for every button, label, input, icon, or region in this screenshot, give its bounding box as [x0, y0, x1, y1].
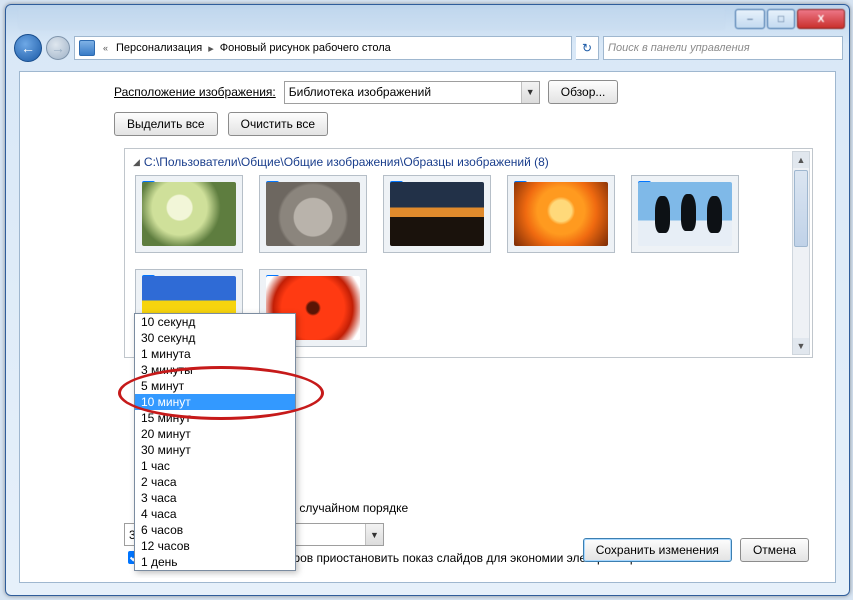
thumbnail-penguins[interactable] [631, 175, 739, 253]
thumbnail-image [266, 182, 360, 246]
refresh-button[interactable]: ↻ [576, 36, 599, 60]
interval-option[interactable]: 1 день [135, 554, 295, 570]
thumbnail-image [514, 182, 608, 246]
select-all-button[interactable]: Выделить все [114, 112, 218, 136]
interval-option[interactable]: 10 секунд [135, 314, 295, 330]
interval-option[interactable]: 30 секунд [135, 330, 295, 346]
thumbnail-image [142, 182, 236, 246]
client-area: Расположение изображения: Библиотека изо… [19, 71, 836, 583]
clear-all-button[interactable]: Очистить все [228, 112, 328, 136]
interval-option[interactable]: 3 часа [135, 490, 295, 506]
browse-button[interactable]: Обзор... [548, 80, 619, 104]
thumbnail-koala[interactable] [259, 175, 367, 253]
thumbnail-lighthouse[interactable] [383, 175, 491, 253]
interval-option[interactable]: 4 часа [135, 506, 295, 522]
scroll-down-icon[interactable]: ▼ [793, 338, 809, 354]
cancel-button[interactable]: Отмена [740, 538, 809, 562]
thumbnail-hydrangea[interactable] [135, 175, 243, 253]
control-panel-icon [79, 40, 95, 56]
control-panel-window: – □ X ← → « Персонализация ▸ Фоновый рис… [5, 4, 850, 596]
location-combo[interactable]: Библиотека изображений ▼ [284, 81, 540, 104]
thumbnail-image [390, 182, 484, 246]
interval-option[interactable]: 3 минуты [135, 362, 295, 378]
shuffle-label: В случайном порядке [288, 501, 408, 515]
location-label: Расположение изображения: [114, 85, 276, 99]
location-value: Библиотека изображений [289, 85, 431, 99]
interval-option[interactable]: 1 минута [135, 346, 295, 362]
group-header[interactable]: ◢ C:\Пользователи\Общие\Общие изображени… [131, 151, 806, 173]
forward-button[interactable]: → [46, 36, 70, 60]
scroll-up-icon[interactable]: ▲ [793, 152, 809, 168]
interval-dropdown[interactable]: 10 секунд30 секунд1 минута3 минуты5 мину… [134, 313, 296, 571]
collapse-icon[interactable]: ◢ [133, 157, 140, 168]
breadcrumb-quotes: « [101, 43, 110, 53]
interval-option[interactable]: 12 часов [135, 538, 295, 554]
titlebar[interactable]: – □ X [6, 5, 849, 33]
interval-option[interactable]: 6 часов [135, 522, 295, 538]
thumbnail-jellyfish[interactable] [507, 175, 615, 253]
maximize-button[interactable]: □ [767, 9, 795, 29]
title-blur [18, 8, 725, 30]
button-row: Сохранить изменения Отмена [583, 538, 809, 562]
interval-option[interactable]: 10 минут [135, 394, 295, 410]
save-button[interactable]: Сохранить изменения [583, 538, 732, 562]
breadcrumb-2[interactable]: Фоновый рисунок рабочего стола [220, 42, 391, 54]
interval-option[interactable]: 2 часа [135, 474, 295, 490]
minimize-button[interactable]: – [735, 9, 765, 29]
interval-option[interactable]: 20 минут [135, 426, 295, 442]
interval-option[interactable]: 15 минут [135, 410, 295, 426]
select-row: Выделить все Очистить все [24, 108, 831, 140]
nav-row: ← → « Персонализация ▸ Фоновый рисунок р… [6, 33, 849, 63]
breadcrumb-sep-1: ▸ [208, 42, 214, 55]
interval-option[interactable]: 5 минут [135, 378, 295, 394]
scroll-thumb[interactable] [794, 170, 808, 247]
close-button[interactable]: X [797, 9, 845, 29]
address-bar[interactable]: « Персонализация ▸ Фоновый рисунок рабоч… [74, 36, 572, 60]
chevron-down-icon[interactable]: ▼ [521, 82, 539, 103]
chevron-down-icon[interactable]: ▼ [365, 524, 383, 545]
interval-option[interactable]: 30 минут [135, 442, 295, 458]
search-input[interactable]: Поиск в панели управления [603, 36, 843, 60]
breadcrumb-1[interactable]: Персонализация [116, 42, 202, 54]
scrollbar[interactable]: ▲ ▼ [792, 151, 810, 355]
interval-option[interactable]: 1 час [135, 458, 295, 474]
location-row: Расположение изображения: Библиотека изо… [24, 76, 831, 108]
group-path: C:\Пользователи\Общие\Общие изображения\… [144, 155, 549, 169]
thumbnail-image [638, 182, 732, 246]
back-button[interactable]: ← [14, 34, 42, 62]
